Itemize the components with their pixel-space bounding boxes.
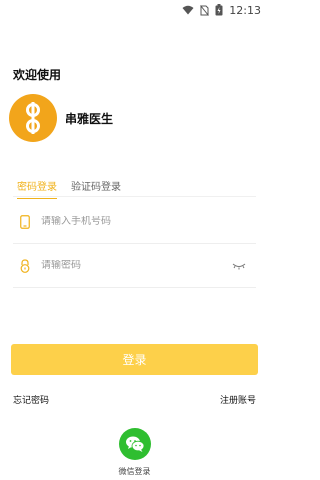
- welcome-title: 欢迎使用: [13, 68, 62, 82]
- password-input[interactable]: [41, 260, 230, 271]
- lock-icon: [17, 258, 33, 274]
- wechat-icon[interactable]: [118, 428, 151, 460]
- account-links: 忘记密码 注册账号: [13, 393, 256, 406]
- register-link[interactable]: 注册账号: [220, 393, 256, 406]
- no-sim-icon: [200, 4, 210, 16]
- eye-closed-icon[interactable]: [230, 260, 248, 272]
- tabs-divider: [13, 196, 256, 197]
- wechat-login-label: 微信登录: [118, 467, 151, 476]
- status-time: 12:13: [229, 3, 261, 17]
- phone-input[interactable]: [41, 216, 256, 227]
- password-field: [13, 244, 256, 288]
- brand-name: 串雅医生: [65, 111, 114, 126]
- phone-icon: [17, 214, 33, 230]
- login-button[interactable]: 登录: [11, 344, 258, 375]
- wechat-login: 微信登录: [0, 428, 269, 477]
- phone-field: [13, 200, 256, 244]
- forgot-password-link[interactable]: 忘记密码: [13, 393, 49, 406]
- wifi-icon: [182, 5, 194, 15]
- brand: 串雅医生: [9, 94, 113, 142]
- battery-charging-icon: [215, 4, 223, 16]
- status-bar: 12:13: [0, 0, 269, 20]
- app-logo: [9, 94, 57, 142]
